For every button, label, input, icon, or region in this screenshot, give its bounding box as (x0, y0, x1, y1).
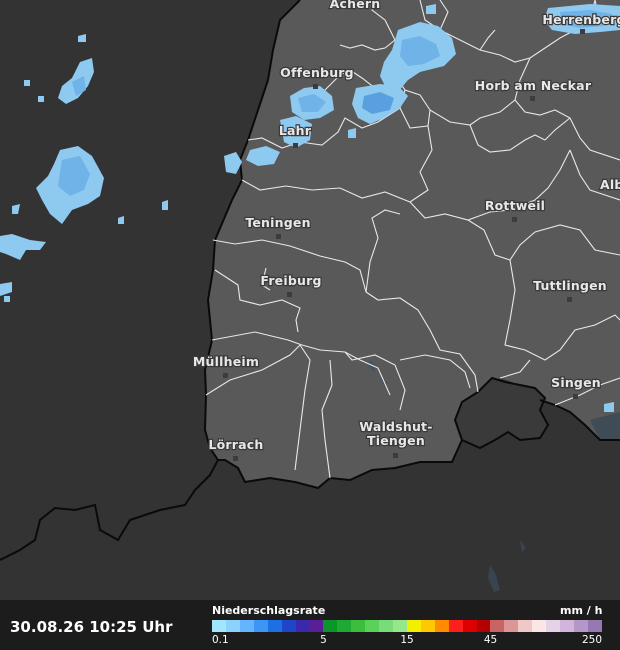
city-marker (512, 217, 517, 222)
legend-swatch (546, 620, 561, 632)
city-label: Müllheim (193, 354, 259, 369)
city-achern[interactable]: Achern (328, 0, 381, 12)
legend-swatch (462, 620, 477, 632)
precip-area (38, 96, 44, 102)
legend-swatch (309, 620, 324, 632)
legend-swatch (504, 620, 519, 632)
legend-swatch (281, 620, 296, 632)
legend-swatch (560, 620, 574, 632)
city-label: Waldshut- (359, 419, 432, 434)
legend-ticks: 0.1 5 15 45 250 (212, 634, 602, 648)
legend-swatch (267, 620, 282, 632)
legend-tick-label: 250 (581, 634, 602, 646)
city-label: Achern (330, 0, 381, 11)
city-label: Horb am Neckar (475, 78, 592, 93)
city-label: Freiburg (260, 273, 321, 288)
city-label: Alb (600, 177, 620, 192)
precip-area (4, 296, 10, 302)
legend-swatch (225, 620, 240, 632)
city-marker (580, 29, 585, 34)
city-marker (573, 394, 578, 399)
city-label: Teningen (245, 215, 310, 230)
legend-swatch (573, 620, 588, 632)
legend-swatch (323, 620, 338, 632)
city-marker (567, 297, 572, 302)
legend-swatch (212, 620, 226, 632)
footer-bar: 30.08.26 10:25 Uhr Niederschlagsrate mm … (0, 600, 620, 650)
legend-unit: mm / h (560, 604, 603, 617)
legend-swatch (365, 620, 380, 632)
precip-area (24, 80, 30, 86)
legend-swatch (337, 620, 352, 632)
city-label: Lörrach (208, 437, 263, 452)
city-label: Tuttlingen (533, 278, 607, 293)
city-marker (287, 292, 292, 297)
city-label: Lahr (279, 123, 312, 138)
city-marker (293, 143, 298, 148)
city-alb[interactable]: Alb (599, 176, 620, 193)
city-marker (393, 453, 398, 458)
legend-swatch (253, 620, 268, 632)
timestamp: 30.08.26 10:25 Uhr (10, 618, 173, 636)
legend-swatch (392, 620, 407, 632)
legend-swatch (587, 620, 602, 632)
legend-swatch (518, 620, 533, 632)
legend-swatch (239, 620, 254, 632)
city-marker (223, 373, 228, 378)
legend-swatch (351, 620, 366, 632)
city-marker (313, 84, 318, 89)
legend-swatch (476, 620, 491, 632)
city-label: Rottweil (485, 198, 545, 213)
legend-swatch (420, 620, 435, 632)
legend-title: Niederschlagsrate (212, 604, 326, 617)
legend-swatch (448, 620, 463, 632)
city-label: Offenburg (280, 65, 354, 80)
legend-swatch (379, 620, 393, 632)
legend-tick-label: 5 (320, 634, 327, 646)
city-label: Tiengen (367, 433, 425, 448)
legend-swatch (532, 620, 547, 632)
legend-tick-label: 15 (400, 634, 414, 646)
legend-color-scale (212, 620, 602, 632)
radar-map[interactable]: Achern Herrenberg Offenburg Horb am Neck… (0, 0, 620, 600)
legend-swatch (295, 620, 310, 632)
legend-swatch (434, 620, 449, 632)
legend-swatch (490, 620, 505, 632)
legend-swatch (406, 620, 421, 632)
city-label: Singen (551, 375, 601, 390)
city-label: Herrenberg (542, 12, 620, 27)
city-marker (276, 234, 281, 239)
city-marker (233, 456, 238, 461)
legend-tick-label: 0.1 (212, 634, 229, 646)
city-marker (530, 96, 535, 101)
legend-tick-label: 45 (483, 634, 498, 646)
